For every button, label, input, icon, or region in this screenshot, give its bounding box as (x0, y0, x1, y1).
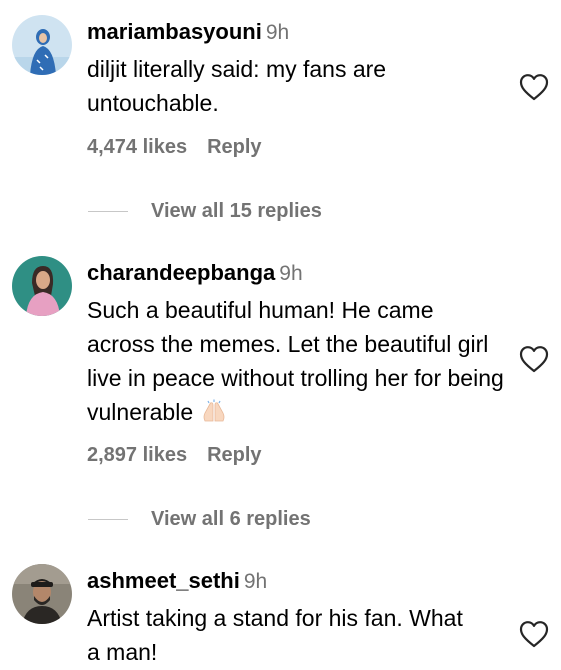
view-replies-label: View all 6 replies (151, 507, 311, 530)
view-replies-button[interactable]: View all 15 replies (88, 199, 322, 223)
likes-count[interactable]: 4,474 likes (87, 136, 187, 159)
comment-header: ashmeet_sethi 9h (87, 568, 267, 594)
likes-count[interactable]: 2,897 likes (87, 444, 187, 467)
timestamp: 9h (265, 21, 290, 44)
view-replies-label: View all 15 replies (151, 199, 322, 222)
timestamp: 9h (279, 262, 303, 285)
username[interactable]: mariambasyouni (87, 19, 262, 44)
comment-meta: 4,474 likes Reply (87, 136, 262, 159)
comment-header: charandeepbanga 9h (87, 260, 303, 286)
comment-text: diljit literally said: my fans are untou… (87, 56, 387, 116)
comments-list: mariambasyouni 9h diljit literally said: … (0, 0, 561, 670)
heart-outline-icon[interactable] (519, 620, 549, 648)
comment-meta: 2,897 likes Reply (87, 444, 262, 467)
comment-text-content: Such a beautiful human! He came across t… (87, 297, 504, 425)
avatar[interactable] (12, 564, 72, 624)
heart-outline-icon[interactable] (519, 345, 549, 373)
replies-divider (88, 210, 128, 212)
username[interactable]: charandeepbanga (87, 260, 275, 285)
comment-header: mariambasyouni 9h (87, 19, 289, 45)
folded-hands-emoji (203, 399, 225, 422)
replies-divider (88, 518, 128, 520)
comment-text: Such a beautiful human! He came across t… (87, 293, 507, 429)
avatar[interactable] (12, 256, 72, 316)
reply-button[interactable]: Reply (207, 444, 261, 467)
view-replies-button[interactable]: View all 6 replies (88, 507, 311, 531)
comment-text: Artist taking a stand for his fan. What … (87, 605, 463, 665)
avatar[interactable] (12, 15, 72, 75)
timestamp: 9h (243, 570, 268, 593)
heart-outline-icon[interactable] (519, 73, 549, 101)
reply-button[interactable]: Reply (207, 136, 261, 159)
username[interactable]: ashmeet_sethi (87, 568, 240, 593)
